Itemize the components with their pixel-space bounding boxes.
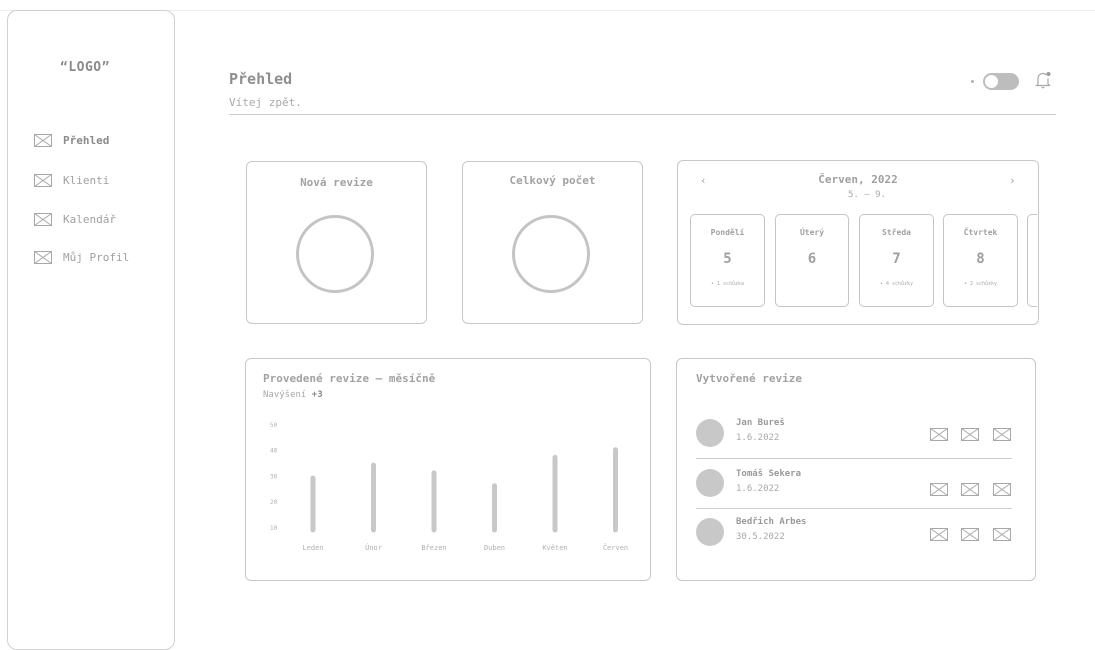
envelope-icon[interactable] [930, 528, 948, 541]
row-divider [696, 458, 1012, 459]
x-tick-label: Březen [421, 544, 446, 552]
avatar[interactable] [696, 469, 724, 497]
envelope-icon[interactable] [930, 428, 948, 441]
sidebar-item-label: Přehled [63, 133, 110, 147]
calendar-month: Červen, 2022 [818, 173, 898, 186]
sidebar-item-klienti[interactable]: Klienti [34, 171, 109, 189]
sidebar-item-label: Kalendář [63, 212, 116, 226]
y-tick-label: 40 [270, 448, 278, 455]
person-name: Tomáš Sekera [736, 469, 802, 479]
logo[interactable]: “LOGO” [60, 60, 110, 75]
chart-subtitle: Navýšení +3 [263, 390, 323, 400]
x-tick-label: Leden [302, 544, 323, 552]
calendar-day[interactable]: Úterý 6 [775, 214, 849, 307]
x-tick-label: Červen [603, 543, 628, 552]
day-number: 7 [892, 251, 901, 267]
list-title: Vytvořené revize [696, 372, 802, 385]
toggle-knob [985, 75, 998, 88]
person-name: Jan Bureš [736, 418, 785, 428]
envelope-icon[interactable] [961, 483, 979, 496]
calendar-day[interactable]: Pondělí 5 • 1 schůzka [690, 214, 765, 307]
calendar-day[interactable]: Čtvrtek 8 • 2 schůzky [943, 214, 1018, 307]
monthly-bar-chart: 10 20 30 40 50 Leden Únor Březen Duben Květen Červ… [270, 422, 628, 552]
day-name: Pondělí [710, 228, 745, 237]
day-number: 5 [723, 251, 732, 267]
day-name: Středa [882, 228, 911, 237]
chart-title: Provedené revize – měsíčně [263, 372, 436, 385]
avatar[interactable] [696, 419, 724, 447]
sidebar-item-label: Klienti [63, 173, 110, 187]
toggle-indicator-dot [971, 80, 974, 83]
day-number: 8 [976, 251, 985, 267]
x-tick-label: Únor [365, 543, 382, 552]
avatar[interactable] [696, 518, 724, 546]
theme-toggle[interactable] [983, 73, 1019, 90]
y-tick-label: 20 [270, 499, 278, 506]
header-divider [229, 114, 1056, 115]
revision-date: 1.6.2022 [736, 484, 780, 494]
envelope-icon[interactable] [930, 483, 948, 496]
day-meetings: • 1 schůzka [710, 281, 745, 287]
calendar-range: 5. – 9. [848, 190, 886, 200]
calendar-next-button[interactable]: › [1009, 174, 1016, 187]
card-title: Celkový počet [509, 174, 596, 187]
sidebar-item-prehled[interactable]: Přehled [34, 131, 109, 149]
x-tick-label: Květen [542, 544, 567, 552]
day-meetings: • 2 schůzky [963, 281, 998, 287]
day-meetings: • 4 schůzky [879, 281, 914, 287]
day-name: Úterý [799, 228, 825, 237]
envelope-icon[interactable] [961, 528, 979, 541]
sidebar-item-label: Můj Profil [63, 250, 130, 264]
page-subtitle: Vítej zpět. [229, 96, 302, 109]
x-tick-label: Duben [484, 544, 505, 552]
created-revisions-card [676, 358, 1036, 581]
calendar-day[interactable]: Středa 7 • 4 schůzky [859, 214, 934, 307]
envelope-icon[interactable] [993, 483, 1011, 496]
revision-date: 30.5.2022 [736, 532, 785, 542]
progress-ring [512, 215, 590, 293]
y-tick-label: 30 [270, 473, 278, 480]
sidebar-item-muj-profil[interactable]: Můj Profil [34, 248, 129, 266]
sidebar-item-kalendar[interactable]: Kalendář [34, 210, 116, 228]
day-number: 6 [807, 251, 817, 267]
progress-ring [296, 215, 374, 293]
card-title: Nová revize [300, 176, 373, 189]
envelope-icon[interactable] [961, 428, 979, 441]
sidebar [7, 10, 175, 650]
page-title: Přehled [229, 70, 293, 88]
bell-icon[interactable] [1033, 70, 1053, 90]
increase-value: +3 [311, 390, 323, 400]
envelope-icon [34, 173, 52, 187]
person-name: Bedřich Arbes [736, 517, 807, 527]
envelope-icon [34, 133, 52, 147]
y-tick-label: 50 [270, 422, 278, 429]
envelope-icon[interactable] [993, 528, 1011, 541]
revision-date: 1.6.2022 [736, 433, 780, 443]
increase-label: Navýšení [263, 390, 307, 400]
envelope-icon[interactable] [993, 428, 1011, 441]
y-tick-label: 10 [270, 525, 278, 532]
day-name: Čtvrtek [963, 228, 998, 237]
row-divider [696, 508, 1012, 509]
calendar-day-partial [1027, 214, 1037, 307]
envelope-icon [34, 250, 52, 264]
envelope-icon [34, 212, 52, 226]
